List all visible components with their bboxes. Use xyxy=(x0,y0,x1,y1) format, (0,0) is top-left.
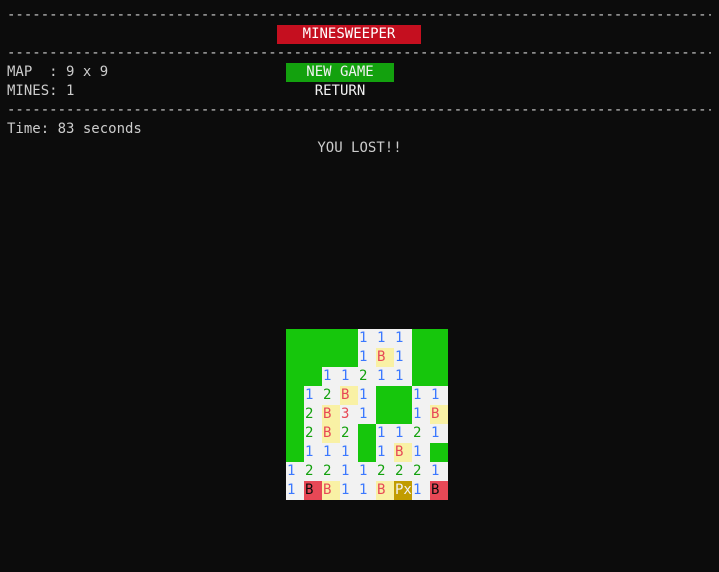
board-cell[interactable] xyxy=(412,329,430,348)
board-cell[interactable] xyxy=(322,329,340,348)
board-cell[interactable]: B xyxy=(430,405,448,424)
board-cell[interactable] xyxy=(304,348,322,367)
board-cell[interactable]: 1 xyxy=(394,329,412,348)
board-cell[interactable]: 1 xyxy=(412,481,430,500)
board-cell[interactable]: B xyxy=(304,481,322,500)
board-cell[interactable] xyxy=(412,367,430,386)
board-cell[interactable]: 2 xyxy=(304,405,322,424)
board-cell[interactable]: B xyxy=(340,386,358,405)
board-cell[interactable] xyxy=(286,329,304,348)
board-cell[interactable]: 1 xyxy=(358,348,376,367)
board-cell[interactable]: 1 xyxy=(394,424,412,443)
board-cell[interactable]: 1 xyxy=(358,405,376,424)
board-cell[interactable]: 1 xyxy=(304,443,322,462)
board-cell[interactable]: 1 xyxy=(340,443,358,462)
board-cell[interactable] xyxy=(286,386,304,405)
board-cell[interactable] xyxy=(286,405,304,424)
board-cell[interactable]: 2 xyxy=(322,386,340,405)
game-status: YOU LOST!! xyxy=(317,140,402,156)
board-cell[interactable]: 1 xyxy=(394,367,412,386)
board-cell[interactable] xyxy=(340,348,358,367)
board-cell[interactable]: B xyxy=(394,443,412,462)
board-cell[interactable]: 1 xyxy=(376,424,394,443)
board-cell[interactable] xyxy=(430,367,448,386)
divider-info: ----------------------------------------… xyxy=(7,102,711,118)
board-cell[interactable] xyxy=(394,405,412,424)
minesweeper-board: 1111B11121112B1112B311B2B211211111B11221… xyxy=(286,329,448,500)
divider-top: ----------------------------------------… xyxy=(7,7,711,23)
board-cell[interactable]: 1 xyxy=(376,367,394,386)
board-cell[interactable]: 1 xyxy=(430,386,448,405)
board-cell[interactable] xyxy=(304,367,322,386)
board-cell[interactable]: 2 xyxy=(412,424,430,443)
board-cell[interactable]: 1 xyxy=(358,462,376,481)
board-cell[interactable] xyxy=(358,443,376,462)
board-cell[interactable] xyxy=(412,348,430,367)
map-size-label: MAP : 9 x 9 xyxy=(7,64,109,80)
board-cell[interactable]: 1 xyxy=(394,348,412,367)
board-cell[interactable]: 2 xyxy=(322,462,340,481)
board-cell[interactable]: 1 xyxy=(430,462,448,481)
board-cell[interactable]: 3 xyxy=(340,405,358,424)
board-cell[interactable]: 2 xyxy=(304,424,322,443)
board-cell[interactable] xyxy=(340,329,358,348)
board-cell[interactable]: 1 xyxy=(340,481,358,500)
board-cell[interactable]: 2 xyxy=(412,462,430,481)
board-cell[interactable] xyxy=(430,329,448,348)
board-cell[interactable]: 1 xyxy=(430,424,448,443)
board-cell[interactable]: 2 xyxy=(358,367,376,386)
board-cell[interactable]: 1 xyxy=(358,481,376,500)
board-cell[interactable]: 1 xyxy=(286,481,304,500)
timer-label: Time: 83 seconds xyxy=(7,121,142,137)
board-cell[interactable]: B xyxy=(376,481,394,500)
board-cell[interactable] xyxy=(322,348,340,367)
board-cell[interactable] xyxy=(376,386,394,405)
board-cell[interactable] xyxy=(286,443,304,462)
board-cell[interactable]: 1 xyxy=(412,386,430,405)
board-cell[interactable]: B xyxy=(322,405,340,424)
return-button[interactable]: RETURN xyxy=(286,82,394,101)
board-cell[interactable]: 1 xyxy=(358,329,376,348)
board-cell[interactable]: 1 xyxy=(412,405,430,424)
board-cell[interactable]: 1 xyxy=(412,443,430,462)
board-cell[interactable]: B xyxy=(322,424,340,443)
board-cell[interactable] xyxy=(286,367,304,386)
board-cell[interactable] xyxy=(286,424,304,443)
board-cell[interactable]: 1 xyxy=(358,386,376,405)
board-cell[interactable]: 2 xyxy=(394,462,412,481)
board-cell[interactable] xyxy=(430,443,448,462)
board-cell[interactable] xyxy=(376,405,394,424)
board-cell[interactable]: 1 xyxy=(304,386,322,405)
board-cell[interactable] xyxy=(358,424,376,443)
board-cell[interactable]: 1 xyxy=(340,367,358,386)
board-cell[interactable]: 2 xyxy=(340,424,358,443)
divider-header: ----------------------------------------… xyxy=(7,45,711,61)
board-cell[interactable] xyxy=(286,348,304,367)
board-cell[interactable]: 1 xyxy=(376,443,394,462)
board-cell[interactable]: 1 xyxy=(340,462,358,481)
board-cell[interactable]: 1 xyxy=(376,329,394,348)
game-title: MINESWEEPER xyxy=(277,25,421,44)
board-cell[interactable] xyxy=(430,348,448,367)
board-cell[interactable]: B xyxy=(376,348,394,367)
board-cell[interactable] xyxy=(304,329,322,348)
board-cell[interactable]: B xyxy=(430,481,448,500)
new-game-button[interactable]: NEW GAME xyxy=(286,63,394,82)
board-cell[interactable]: 2 xyxy=(304,462,322,481)
board-cell[interactable]: 2 xyxy=(376,462,394,481)
board-cell[interactable] xyxy=(394,386,412,405)
mines-count-label: MINES: 1 xyxy=(7,83,75,99)
board-cell[interactable]: 1 xyxy=(322,367,340,386)
board-cell[interactable]: Px xyxy=(394,481,412,500)
board-cell[interactable]: 1 xyxy=(286,462,304,481)
board-cell[interactable]: B xyxy=(322,481,340,500)
board-cell[interactable]: 1 xyxy=(322,443,340,462)
